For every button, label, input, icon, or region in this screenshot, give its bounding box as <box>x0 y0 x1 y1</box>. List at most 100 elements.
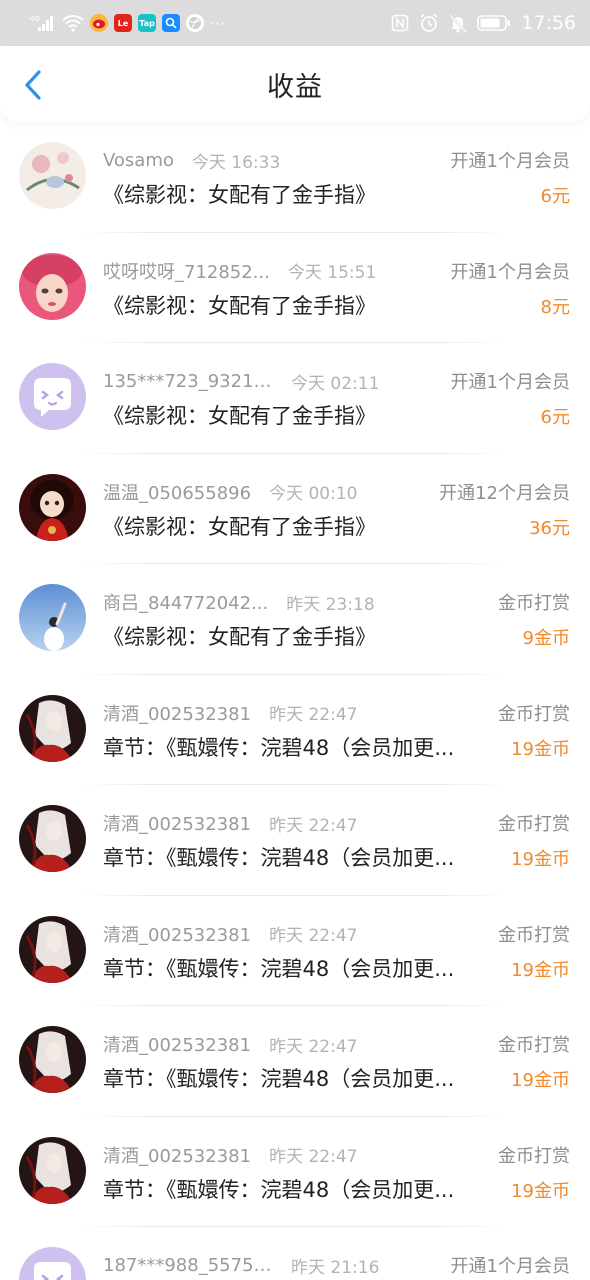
amount: 9金币 <box>522 628 570 649</box>
user-name: 清酒_002532381 <box>103 703 252 725</box>
list-item[interactable]: 清酒_002532381 昨天 22:47 金币打赏 章节：《甄嬛传：浣碧48（… <box>0 1006 590 1117</box>
timestamp: 今天 16:33 <box>191 152 281 173</box>
header-bar: 收益 <box>0 46 590 122</box>
chapter-title: 章节：《甄嬛传：浣碧48（会员加更... <box>103 1067 455 1091</box>
alarm-icon <box>419 13 439 33</box>
status-bar-left: 4G Le Tap ··· <box>30 13 225 33</box>
earning-type: 开通1个月会员 <box>450 1256 570 1277</box>
chapter-title: 章节：《甄嬛传：浣碧48（会员加更... <box>103 735 455 760</box>
status-bar: 4G Le Tap ··· 17:56 <box>0 0 590 46</box>
item-meta: 哎呀哎呀_712852... 今天 15:51 开通1个月会员 <box>103 259 570 284</box>
book-title: 《综影视：女配有了金手指》 <box>103 625 376 649</box>
more-notifications-icon: ··· <box>210 13 226 33</box>
weibo-app-icon <box>90 14 108 32</box>
user-name: 清酒_002532381 <box>103 924 252 946</box>
earning-type: 金币打赏 <box>498 703 570 725</box>
timestamp: 昨天 22:47 <box>269 815 358 836</box>
nfc-icon <box>391 13 409 33</box>
earning-type: 金币打赏 <box>498 1145 570 1167</box>
timestamp: 今天 02:11 <box>291 373 380 394</box>
timestamp: 昨天 22:47 <box>269 1036 358 1057</box>
list-item[interactable]: 清酒_002532381 昨天 22:47 金币打赏 章节：《甄嬛传：浣碧48（… <box>0 1117 590 1228</box>
mute-bell-icon <box>449 13 468 33</box>
item-meta: 清酒_002532381 昨天 22:47 金币打赏 <box>103 1143 570 1168</box>
avatar[interactable] <box>19 473 86 541</box>
list-item[interactable]: 哎呀哎呀_712852... 今天 15:51 开通1个月会员 《综影视：女配有… <box>0 233 590 344</box>
user-name: 清酒_002532381 <box>103 1145 252 1167</box>
earning-type: 开通12个月会员 <box>439 482 570 504</box>
item-meta: Vosamo 今天 16:33 开通1个月会员 <box>103 148 570 173</box>
user-name: 清酒_002532381 <box>103 1035 252 1056</box>
item-meta: 187***988_55750... 昨天 21:16 开通1个月会员 <box>103 1253 570 1278</box>
amount: 19金币 <box>511 738 570 760</box>
earning-type: 金币打赏 <box>498 814 570 835</box>
item-meta: 清酒_002532381 昨天 22:47 金币打赏 <box>103 811 570 836</box>
list-item[interactable]: 清酒_002532381 昨天 22:47 金币打赏 章节：《甄嬛传：浣碧48（… <box>0 896 590 1007</box>
list-item[interactable]: 商吕_844772042... 昨天 23:18 金币打赏 《综影视：女配有了金… <box>0 564 590 675</box>
svg-text:4G: 4G <box>30 15 40 23</box>
cellular-signal-icon: 4G <box>30 13 56 33</box>
list-item[interactable]: 135***723_93219... 今天 02:11 开通1个月会员 《综影视… <box>0 343 590 454</box>
list-item[interactable]: 清酒_002532381 昨天 22:47 金币打赏 章节：《甄嬛传：浣碧48（… <box>0 675 590 786</box>
amount: 36元 <box>529 517 570 539</box>
amount: 6元 <box>540 186 570 207</box>
timestamp: 今天 15:51 <box>287 263 377 283</box>
earning-type: 金币打赏 <box>498 1035 570 1056</box>
avatar[interactable] <box>19 1247 86 1280</box>
avatar[interactable] <box>19 252 86 320</box>
timestamp: 昨天 22:47 <box>269 1147 358 1167</box>
item-meta: 清酒_002532381 昨天 22:47 金币打赏 <box>103 1032 570 1057</box>
earning-type: 开通1个月会员 <box>450 372 570 393</box>
battery-icon <box>477 13 511 33</box>
status-bar-right: 17:56 <box>391 12 576 34</box>
wifi-icon <box>62 13 84 33</box>
user-name: 187***988_55750... <box>103 1254 273 1276</box>
avatar[interactable] <box>19 142 86 209</box>
timestamp: 今天 00:10 <box>269 484 358 504</box>
list-item[interactable]: 温温_050655896 今天 00:10 开通12个月会员 《综影视：女配有了… <box>0 454 590 565</box>
book-title: 《综影视：女配有了金手指》 <box>103 293 376 318</box>
earnings-list: Vosamo 今天 16:33 开通1个月会员 《综影视：女配有了金手指》 6元… <box>0 122 590 1280</box>
chapter-title: 章节：《甄嬛传：浣碧48（会员加更... <box>103 846 455 870</box>
amount: 19金币 <box>511 849 570 870</box>
amount: 19金币 <box>511 1070 570 1091</box>
user-name: 哎呀哎呀_712852... <box>103 261 270 283</box>
clock: 17:56 <box>521 12 576 34</box>
list-item[interactable]: Vosamo 今天 16:33 开通1个月会员 《综影视：女配有了金手指》 6元 <box>0 122 590 233</box>
list-item[interactable]: 187***988_55750... 昨天 21:16 开通1个月会员 <box>0 1227 590 1280</box>
earning-type: 开通1个月会员 <box>450 151 570 172</box>
avatar[interactable] <box>19 694 86 762</box>
amount: 19金币 <box>511 959 570 981</box>
avatar[interactable] <box>19 915 86 983</box>
avatar[interactable] <box>19 584 86 651</box>
amount: 19金币 <box>511 1180 570 1202</box>
avatar[interactable] <box>19 805 86 872</box>
book-title: 《综影视：女配有了金手指》 <box>103 183 376 207</box>
timestamp: 昨天 23:18 <box>286 594 375 615</box>
ball-app-icon <box>186 14 204 32</box>
timestamp: 昨天 21:16 <box>291 1257 380 1278</box>
avatar[interactable] <box>19 363 86 430</box>
amount: 6元 <box>540 407 570 428</box>
amount: 8元 <box>540 296 570 318</box>
chapter-title: 章节：《甄嬛传：浣碧48（会员加更... <box>103 956 455 981</box>
list-item[interactable]: 清酒_002532381 昨天 22:47 金币打赏 章节：《甄嬛传：浣碧48（… <box>0 785 590 896</box>
item-meta: 商吕_844772042... 昨天 23:18 金币打赏 <box>103 590 570 615</box>
back-button[interactable] <box>16 68 50 102</box>
chevron-left-icon <box>25 70 41 100</box>
avatar[interactable] <box>19 1026 86 1093</box>
item-meta: 清酒_002532381 昨天 22:47 金币打赏 <box>103 922 570 947</box>
earning-type: 开通1个月会员 <box>450 261 570 283</box>
taptap-app-icon: Tap <box>138 14 156 32</box>
search-app-icon <box>162 14 180 32</box>
book-title: 《综影视：女配有了金手指》 <box>103 514 376 539</box>
avatar[interactable] <box>19 1136 86 1204</box>
book-title: 《综影视：女配有了金手指》 <box>103 404 376 428</box>
timestamp: 昨天 22:47 <box>269 926 358 946</box>
user-name: 清酒_002532381 <box>103 814 252 835</box>
earning-type: 金币打赏 <box>498 593 570 614</box>
user-name: 商吕_844772042... <box>103 593 269 614</box>
item-meta: 清酒_002532381 昨天 22:47 金币打赏 <box>103 701 570 726</box>
timestamp: 昨天 22:47 <box>269 705 358 725</box>
item-meta: 温温_050655896 今天 00:10 开通12个月会员 <box>103 480 570 505</box>
